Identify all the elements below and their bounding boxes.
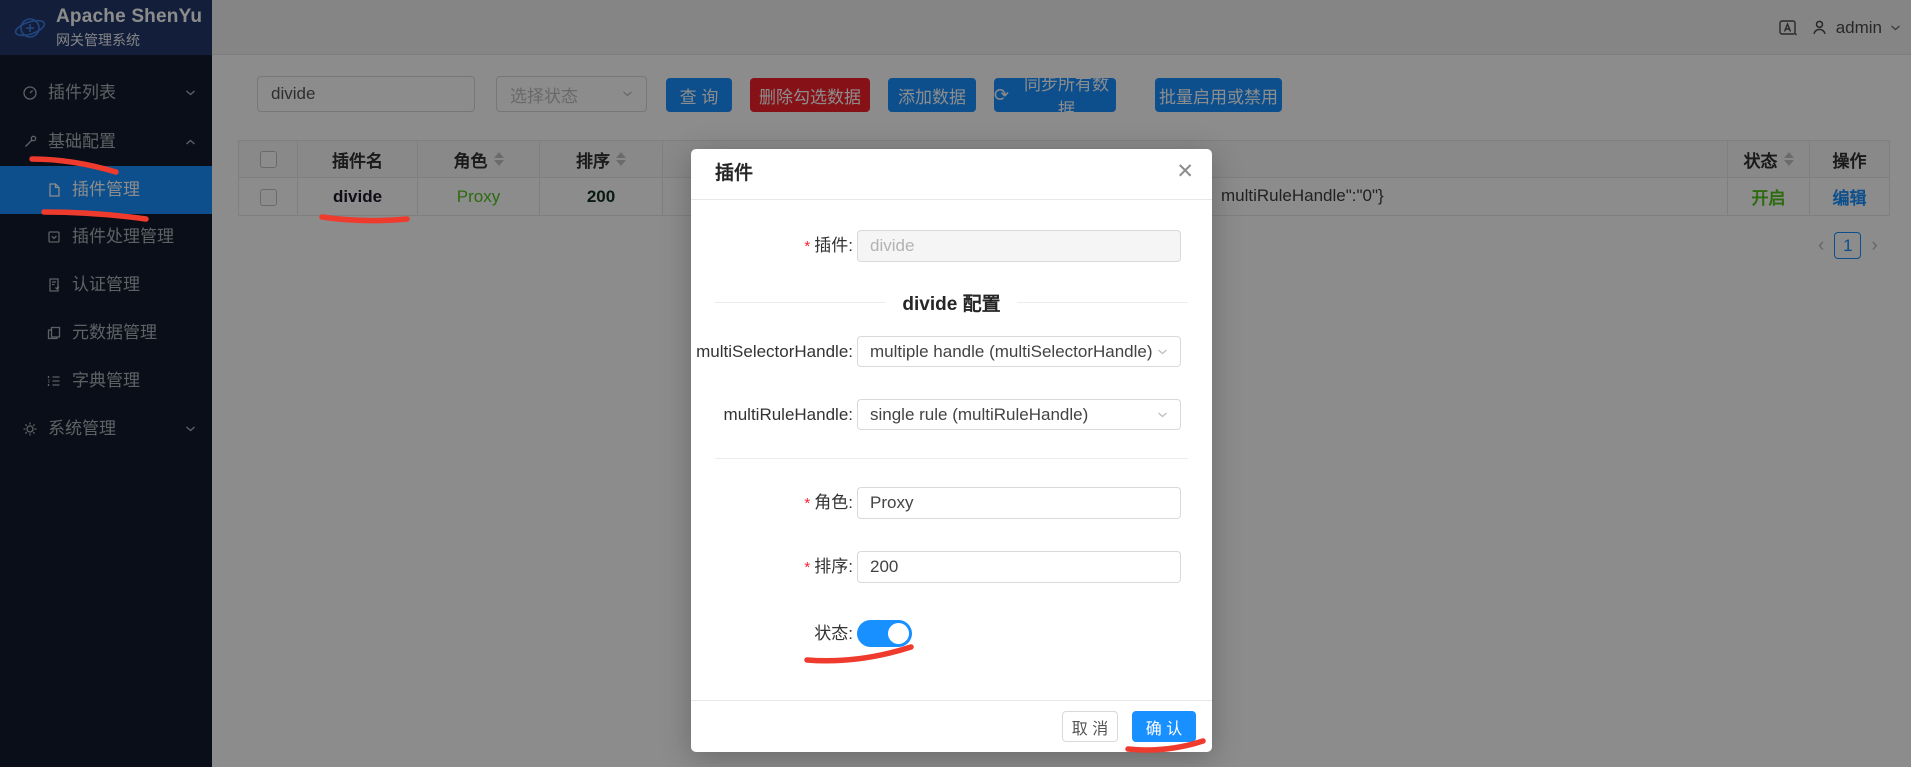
config-section-divider: divide 配置	[715, 291, 1188, 315]
confirm-button[interactable]: 确 认	[1132, 711, 1196, 742]
multi-selector-handle-select[interactable]: multiple handle (multiSelectorHandle)	[857, 336, 1181, 367]
status-field-label: 状态:	[814, 624, 853, 643]
modal-footer: 取 消 确 认	[691, 700, 1212, 752]
cancel-button[interactable]: 取 消	[1062, 711, 1118, 742]
section-divider-line	[715, 458, 1188, 459]
modal-header: 插件 ✕	[691, 149, 1212, 200]
sort-input[interactable]	[857, 551, 1181, 583]
required-mark: *	[804, 238, 811, 255]
role-field-label: * 角色:	[804, 493, 853, 512]
required-mark: *	[804, 495, 811, 512]
multi-rule-handle-select[interactable]: single rule (multiRuleHandle)	[857, 399, 1181, 430]
sort-field-label: * 排序:	[804, 557, 853, 576]
msh-field-label: multiSelectorHandle:	[696, 342, 853, 361]
app-root: Apache ShenYu 网关管理系统 插件列表 基础配置 插件管理 插件处理…	[0, 0, 1911, 767]
chevron-down-icon	[1157, 348, 1168, 356]
chevron-down-icon	[1157, 411, 1168, 419]
modal-title: 插件	[715, 163, 754, 184]
plugin-field-label: * 插件:	[804, 236, 853, 255]
mrh-field-label: multiRuleHandle:	[723, 405, 853, 424]
role-input[interactable]	[857, 487, 1181, 519]
status-toggle[interactable]	[857, 620, 912, 647]
plugin-name-input[interactable]	[857, 230, 1181, 262]
required-mark: *	[804, 559, 811, 576]
toggle-knob	[888, 623, 909, 644]
plugin-modal: 插件 ✕ *插件: divide 配置 multiSelectorHandle:…	[691, 149, 1212, 752]
close-icon[interactable]: ✕	[1176, 161, 1194, 182]
config-section-title: divide 配置	[902, 293, 1001, 315]
